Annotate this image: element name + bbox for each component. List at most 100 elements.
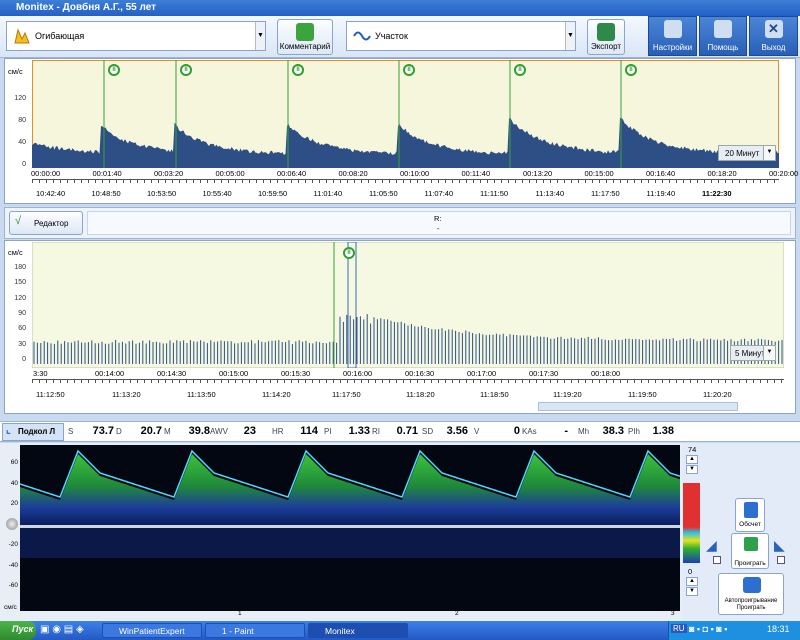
- y-tick-label: 180: [4, 264, 26, 271]
- clock-tick-label: 11:17:50: [332, 390, 361, 399]
- export-button[interactable]: Экспорт: [587, 19, 625, 55]
- scale-up-button[interactable]: ▲: [686, 455, 698, 464]
- section-marker[interactable]: II: [108, 64, 120, 76]
- spectrum-x-tick: 1: [238, 610, 242, 617]
- right-checkbox[interactable]: [777, 556, 785, 564]
- clock-tick-label: 11:18:20: [406, 390, 435, 399]
- top-window-select[interactable]: 20 Минут ▼: [718, 145, 776, 161]
- task-monitex[interactable]: Monitex: [308, 623, 408, 638]
- gain-color-bar[interactable]: [683, 483, 700, 563]
- clock-tick-label: 11:19:50: [628, 390, 657, 399]
- recount-button[interactable]: Обсчет: [735, 498, 765, 532]
- mode-select[interactable]: Огибающая ▼: [6, 21, 266, 51]
- language-indicator[interactable]: RU: [671, 624, 687, 633]
- comment-button[interactable]: Комментарий: [277, 19, 333, 55]
- play-button[interactable]: Проиграть: [731, 533, 769, 569]
- window-title: Monitex - Довбня А.Г., 55 лет: [16, 2, 156, 13]
- editor-button[interactable]: √ Редактор: [9, 211, 83, 235]
- time-tick-label: 00:16:40: [646, 169, 675, 178]
- clock-tick-label: 11:13:20: [112, 390, 141, 399]
- metric-value: 39.8: [172, 425, 210, 437]
- mid-scrollbar[interactable]: [538, 402, 738, 411]
- task-paint[interactable]: 1 - Paint: [205, 623, 305, 638]
- clock-tick-label: 11:14:20: [262, 390, 291, 399]
- section-marker[interactable]: II: [403, 64, 415, 76]
- book-icon: [714, 20, 732, 38]
- clock-tick-label: 11:18:50: [480, 390, 509, 399]
- section-select[interactable]: Участок ▼: [346, 21, 576, 51]
- metric-value: 0: [482, 425, 520, 437]
- clock-tick-label: 11:20:20: [703, 390, 732, 399]
- section-marker[interactable]: II: [514, 64, 526, 76]
- close-icon: ✕: [765, 20, 783, 38]
- time-tick-label: 00:18:00: [591, 369, 620, 378]
- task-label: Monitex: [325, 626, 355, 636]
- time-tick-label: 3:30: [33, 369, 48, 378]
- trend-detail-chart[interactable]: [32, 242, 784, 368]
- zero-up-button[interactable]: ▲: [686, 577, 698, 586]
- r-value: -: [437, 224, 440, 233]
- zero-down-button[interactable]: ▼: [686, 587, 698, 596]
- chevron-down-icon[interactable]: ▼: [763, 146, 775, 160]
- time-tick-label: 00:13:20: [523, 169, 552, 178]
- start-button[interactable]: Пуск: [0, 621, 36, 640]
- spectrum-y-tick: -40: [4, 562, 18, 569]
- left-checkbox[interactable]: [713, 556, 721, 564]
- chevron-down-icon[interactable]: ▼: [255, 22, 265, 50]
- top-window-value: 20 Минут: [725, 149, 759, 158]
- baseline-handle[interactable]: [6, 518, 18, 530]
- section-marker[interactable]: II: [625, 64, 637, 76]
- time-tick-label: 00:00:00: [31, 169, 60, 178]
- quicklaunch-icons[interactable]: ▣ ◉ ▤ ◈: [40, 624, 84, 635]
- section-marker[interactable]: II: [292, 64, 304, 76]
- section-marker[interactable]: II: [343, 247, 355, 259]
- time-tick-label: 00:10:00: [400, 169, 429, 178]
- tray-icons[interactable]: ◙ ▪ ◘ ▪ ◙ ▪: [689, 624, 727, 634]
- vessel-tab[interactable]: ⌞ Подкол Л: [2, 423, 64, 441]
- autoplay-label: Автопроигрывание Проиграть: [725, 598, 778, 611]
- section-select-value: Участок: [375, 31, 408, 41]
- arrow-right-icon[interactable]: ◣: [774, 537, 786, 551]
- envelope-icon: [13, 27, 31, 45]
- chevron-down-icon[interactable]: ▼: [763, 346, 775, 360]
- task-winpatientexpert[interactable]: WinPatientExpert: [102, 623, 202, 638]
- scale-zero-label: 0: [688, 567, 692, 576]
- autoplay-button[interactable]: Автопроигрывание Проиграть: [718, 573, 784, 615]
- mode-select-value: Огибающая: [35, 31, 84, 41]
- metric-name: V: [474, 427, 479, 436]
- y-tick-label: 60: [4, 325, 26, 332]
- time-tick-label: 00:16:00: [343, 369, 372, 378]
- metric-value: 73.7: [76, 425, 114, 437]
- r-label: R:: [434, 214, 442, 223]
- wave-icon: [353, 29, 371, 43]
- y-tick-label: 150: [4, 279, 26, 286]
- time-tick-label: 00:20:00: [769, 169, 798, 178]
- clock-tick-label: 11:12:50: [36, 390, 65, 399]
- help-button[interactable]: Помощь: [699, 16, 747, 56]
- section-marker[interactable]: II: [180, 64, 192, 76]
- settings-button[interactable]: Настройки: [648, 16, 697, 56]
- spectrum-x-axis: 1 2 3: [0, 610, 682, 620]
- clock-tick-label: 10:42:40: [36, 189, 65, 198]
- mid-window-select[interactable]: 5 Минут ▼: [730, 345, 776, 361]
- top-time-axis: 00:00:00 00:01:40 00:03:20 00:05:00 00:06:40…: [0, 169, 800, 179]
- exit-button[interactable]: ✕ Выход: [749, 16, 798, 56]
- chevron-down-icon[interactable]: ▼: [565, 22, 575, 50]
- play-icon: [744, 537, 758, 551]
- y-tick-label: 90: [4, 310, 26, 317]
- arrow-left-icon[interactable]: ◢: [706, 537, 718, 551]
- toolbar: Огибающая ▼ Комментарий Участок ▼ Экспор…: [0, 16, 800, 58]
- scale-down-button[interactable]: ▼: [686, 465, 698, 474]
- y-tick-label: 40: [4, 139, 26, 146]
- y-tick-label: 80: [4, 117, 26, 124]
- wrench-icon: [664, 20, 682, 38]
- export-label: Экспорт: [591, 42, 621, 51]
- clock-tick-label: 11:22:30: [702, 189, 732, 198]
- clock-tick-label: 10:53:50: [147, 189, 176, 198]
- trend-overview-chart[interactable]: [32, 60, 779, 168]
- editor-bar: √ Редактор R: -: [4, 207, 796, 239]
- y-tick-label: 0: [4, 356, 26, 363]
- clock-tick-label: 11:19:20: [553, 390, 582, 399]
- metric-value: 20.7: [124, 425, 162, 437]
- y-unit-label: cм/с: [8, 67, 23, 76]
